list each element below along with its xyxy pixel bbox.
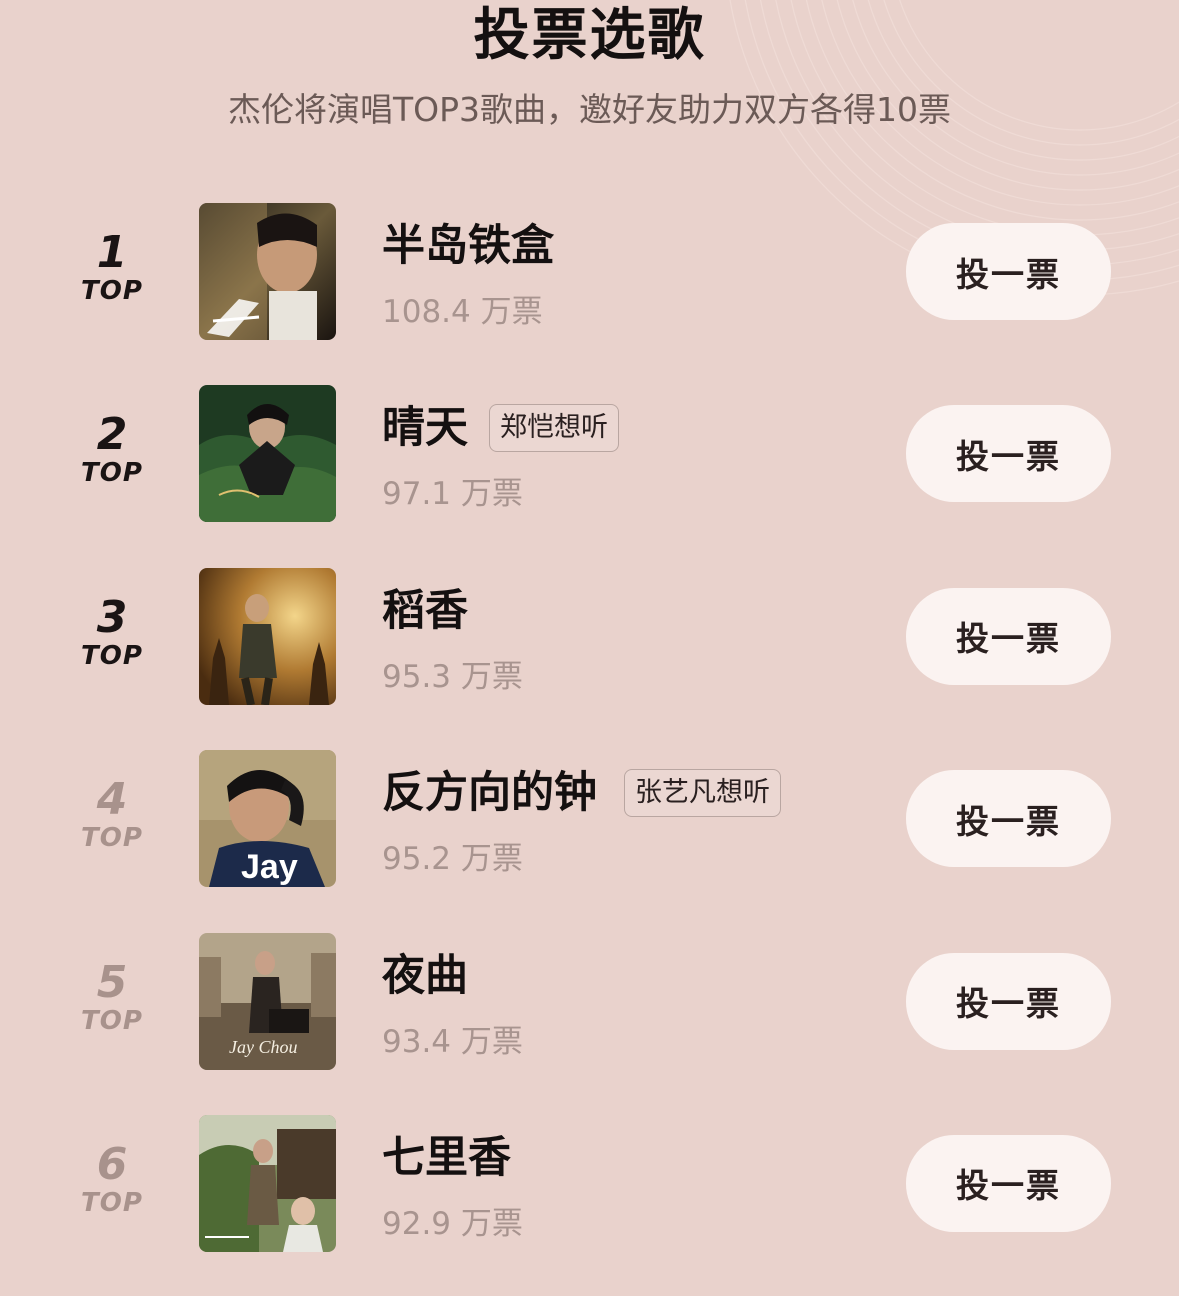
album-cover[interactable]: Jay Chou xyxy=(199,932,336,1070)
song-row: 1 TOP 半岛铁盒 108.4 万票 投一票 xyxy=(0,202,1179,384)
rank-number: 6 xyxy=(96,1138,128,1190)
album-cover[interactable] xyxy=(199,385,336,523)
rank-label: TOP xyxy=(81,1005,143,1036)
song-row: 3 TOP 稻香 95.3 万票 投一票 xyxy=(0,567,1179,749)
rank-number: 2 xyxy=(96,409,128,461)
svg-text:Jay: Jay xyxy=(241,848,298,886)
rank-badge: 5 TOP xyxy=(62,956,162,1036)
album-cover[interactable]: Jay xyxy=(199,750,336,888)
rank-badge: 4 TOP xyxy=(62,774,162,854)
vote-button[interactable]: 投一票 xyxy=(906,770,1111,868)
rank-badge: 3 TOP xyxy=(62,591,162,671)
vote-count: 97.1 万票 xyxy=(382,476,523,513)
song-title: 晴天 xyxy=(382,403,468,454)
rank-badge: 1 TOP xyxy=(62,227,162,307)
album-cover[interactable] xyxy=(199,567,336,705)
rank-label: TOP xyxy=(81,823,143,854)
vote-count: 93.4 万票 xyxy=(382,1023,523,1060)
rank-label: TOP xyxy=(81,640,143,671)
rank-number: 1 xyxy=(96,227,128,278)
page-subtitle: 杰伦将演唱TOP3歌曲，邀好友助力双方各得10票 xyxy=(227,90,952,129)
song-title: 夜曲 xyxy=(382,950,468,1001)
song-row: 2 TOP 晴天 郑恺想听 97.1 万票 投一票 xyxy=(0,384,1179,566)
vote-button[interactable]: 投一票 xyxy=(906,1134,1111,1232)
friend-wish-tag: 张艺凡想听 xyxy=(624,769,781,818)
song-row: 4 TOP Jay 反方向的钟 张艺凡想听 95.2 万票 投一票 xyxy=(0,749,1179,931)
vote-button[interactable]: 投一票 xyxy=(906,952,1111,1050)
rank-label: TOP xyxy=(81,276,143,306)
rank-label: TOP xyxy=(81,1187,143,1218)
page-title: 投票选歌 xyxy=(473,3,706,68)
song-list: 1 TOP 半岛铁盒 108.4 万票 投一票 2 TOP 晴天 郑恺想听 97… xyxy=(0,202,1179,1296)
vote-count: 108.4 万票 xyxy=(382,294,543,330)
album-cover[interactable] xyxy=(199,1114,336,1252)
vote-count: 95.2 万票 xyxy=(382,841,523,878)
vote-count: 95.3 万票 xyxy=(382,658,523,695)
svg-text:Jay Chou: Jay Chou xyxy=(229,1037,297,1057)
vote-button[interactable]: 投一票 xyxy=(906,587,1111,685)
song-row: 6 TOP 七里香 92.9 万票 投一票 xyxy=(0,1114,1179,1296)
song-row: 5 TOP Jay Chou 夜曲 93.4 万票 投一票 xyxy=(0,932,1179,1114)
rank-label: TOP xyxy=(81,458,143,489)
vote-button[interactable]: 投一票 xyxy=(906,223,1111,320)
vote-count: 92.9 万票 xyxy=(382,1205,523,1242)
rank-number: 3 xyxy=(96,591,128,643)
song-title: 七里香 xyxy=(382,1132,511,1183)
song-title: 半岛铁盒 xyxy=(382,221,554,271)
vote-button[interactable]: 投一票 xyxy=(906,405,1111,503)
rank-number: 5 xyxy=(96,956,128,1008)
rank-badge: 2 TOP xyxy=(62,409,162,489)
rank-number: 4 xyxy=(96,774,128,826)
album-cover[interactable] xyxy=(199,203,336,340)
song-title: 稻香 xyxy=(382,585,468,636)
rank-badge: 6 TOP xyxy=(62,1138,162,1218)
song-title: 反方向的钟 xyxy=(382,768,597,819)
friend-wish-tag: 郑恺想听 xyxy=(489,404,619,453)
